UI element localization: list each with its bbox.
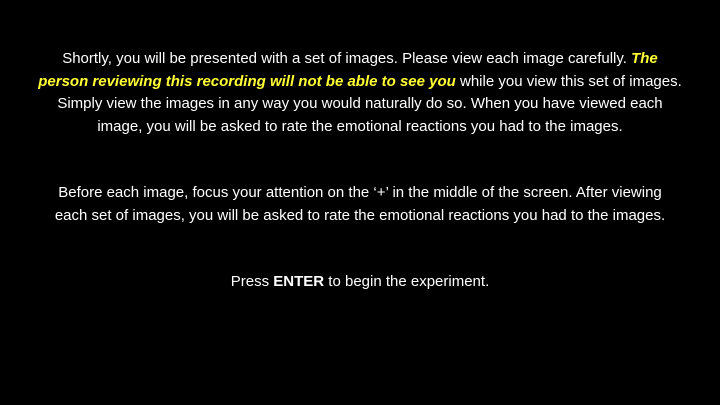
highlight-not-seen-notice: person reviewing this recording will not… xyxy=(38,72,456,90)
start-prompt: Press ENTER to begin the experiment. xyxy=(0,271,720,294)
instruction-screen: Shortly, you will be presented with a se… xyxy=(0,0,720,405)
intro-line1-text: Shortly, you will be presented with a se… xyxy=(62,50,627,67)
intro-paragraph: Shortly, you will be presented with a se… xyxy=(0,48,720,138)
focus-paragraph: Before each image, focus your attention … xyxy=(0,182,720,227)
intro-line3-text: Simply view the images in any way you wo… xyxy=(57,95,663,112)
intro-line4-text: image, you will be asked to rate the emo… xyxy=(97,117,623,135)
intro-line2-text: while you view this set of images. xyxy=(460,72,682,90)
highlight-the: The xyxy=(631,50,658,67)
focus-line2-text: each set of images, you will be asked to… xyxy=(54,206,666,224)
enter-key-label: ENTER xyxy=(273,273,325,290)
focus-line1-text: Before each image, focus your attention … xyxy=(58,184,662,201)
start-prompt-prefix: Press xyxy=(230,273,270,290)
start-prompt-suffix: to begin the experiment. xyxy=(328,273,490,290)
